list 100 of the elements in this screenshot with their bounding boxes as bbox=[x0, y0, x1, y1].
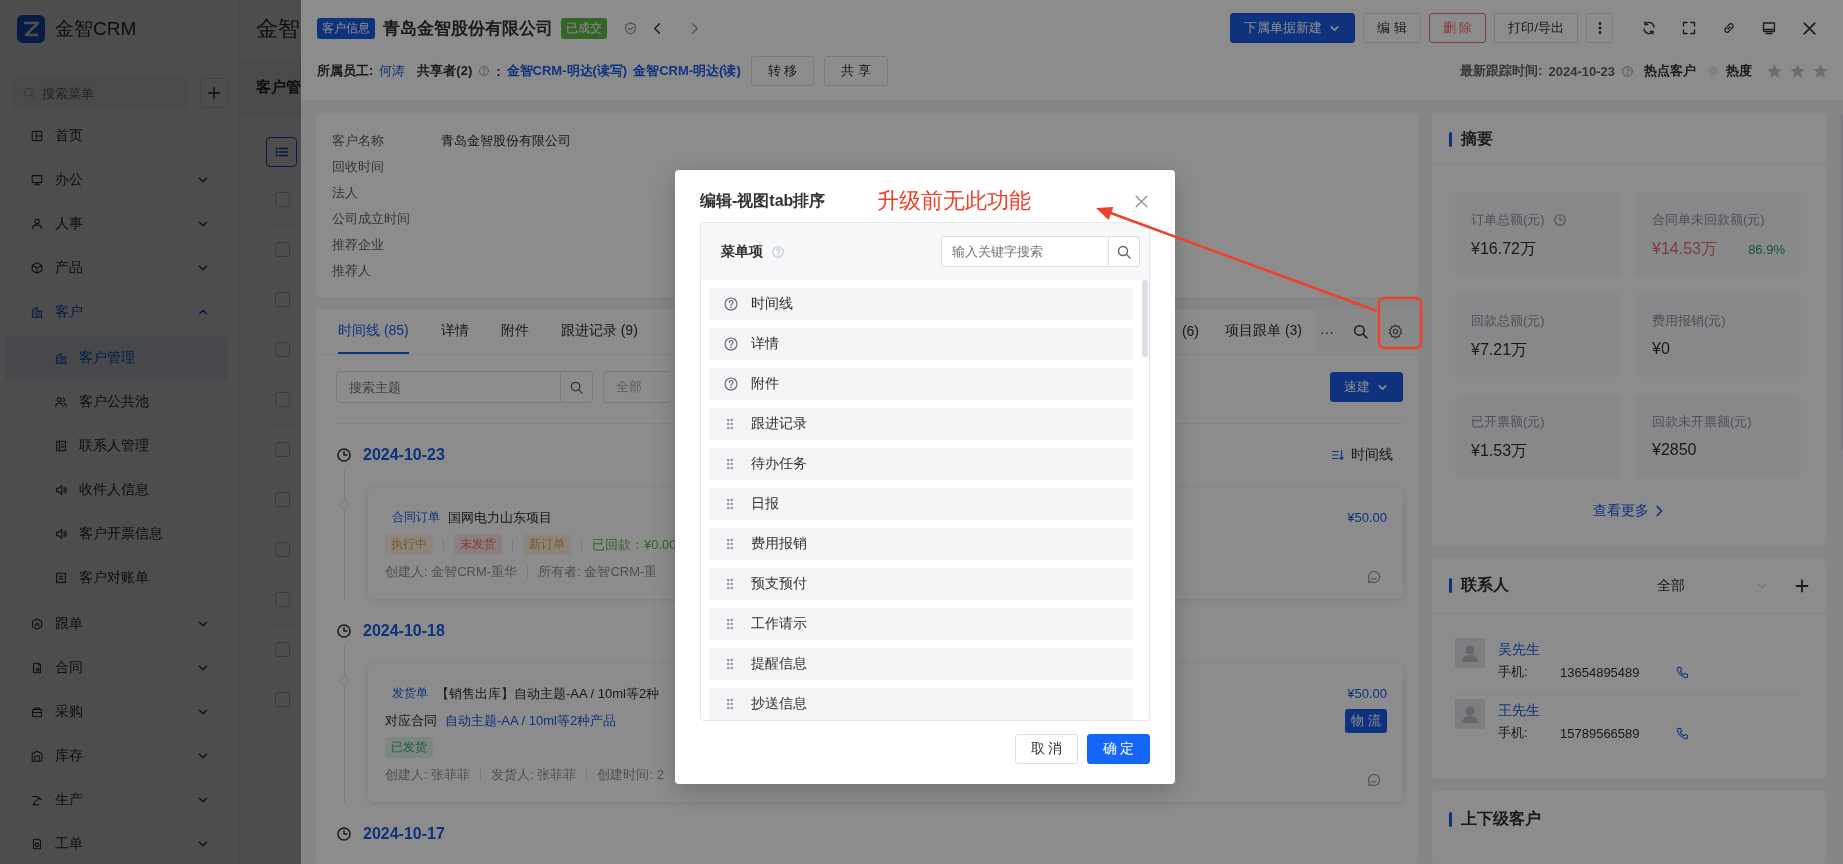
entry-title[interactable]: 国网电力山东项目 bbox=[448, 508, 552, 527]
view-more-link[interactable]: 查看更多 bbox=[1592, 502, 1666, 520]
accent-bar bbox=[1449, 811, 1452, 827]
star bbox=[1766, 62, 1783, 80]
menu-item[interactable]: 跟单 bbox=[0, 602, 239, 646]
link-icon[interactable] bbox=[1721, 20, 1737, 36]
add-icon[interactable] bbox=[1794, 577, 1810, 594]
menu-sort-item[interactable]: 待办任务 bbox=[709, 448, 1133, 480]
menu-sort-item[interactable]: 附件 bbox=[709, 368, 1133, 400]
submenu-item[interactable]: 客户公共池 bbox=[5, 380, 228, 424]
add-button[interactable] bbox=[200, 78, 228, 108]
action-button[interactable]: 删 除 bbox=[1428, 13, 1487, 43]
menu-item[interactable]: 首页 bbox=[0, 114, 239, 158]
menu-item[interactable]: 采购 bbox=[0, 690, 239, 734]
page-title: 金智 bbox=[256, 15, 300, 43]
submenu-item[interactable]: 联系人管理 bbox=[5, 424, 228, 468]
timeline-sort-toggle[interactable]: 时间线 bbox=[1331, 446, 1393, 464]
menu-sort-item[interactable]: 跟进记录 bbox=[709, 408, 1133, 440]
keyword-search-field[interactable]: 输入关键字搜索 bbox=[941, 236, 1109, 267]
submenu-item[interactable]: 客户开票信息 bbox=[5, 512, 228, 556]
person-icon bbox=[30, 217, 44, 231]
cancel-button[interactable]: 取 消 bbox=[1015, 734, 1078, 764]
menu-sort-item[interactable]: 工作请示 bbox=[709, 608, 1133, 640]
menu-sort-item[interactable]: 详情 bbox=[709, 328, 1133, 360]
phone-number: 13654895489 bbox=[1560, 664, 1641, 680]
monitor-icon bbox=[30, 173, 44, 187]
sharer-link[interactable]: 金智CRM-明达(读) bbox=[633, 62, 741, 80]
menu-item[interactable]: 生产 bbox=[0, 778, 239, 822]
entry-title[interactable]: 【销售出库】自动主题-AA / 10ml等2种 bbox=[436, 684, 660, 703]
contact-name[interactable]: 吴先生 bbox=[1498, 638, 1690, 660]
search-button[interactable] bbox=[1109, 236, 1140, 267]
phone-icon[interactable] bbox=[1675, 725, 1690, 741]
menu-sort-item[interactable]: 时间线 bbox=[709, 288, 1133, 320]
tab[interactable]: 项目跟单 (3) bbox=[1225, 309, 1302, 354]
status-badge: 已成交 bbox=[561, 17, 607, 39]
document-icon bbox=[30, 661, 44, 675]
settings-icon[interactable] bbox=[1387, 323, 1404, 340]
confirm-button[interactable]: 确 定 bbox=[1087, 734, 1150, 764]
phone-label: 手机: bbox=[1498, 724, 1529, 742]
submenu-item[interactable]: 客户对账单 bbox=[5, 556, 228, 600]
menu-sort-item[interactable]: 日报 bbox=[709, 488, 1133, 520]
tab[interactable]: (6) bbox=[1181, 309, 1199, 354]
menu-item[interactable]: 库存 bbox=[0, 734, 239, 778]
fullscreen-icon[interactable] bbox=[1681, 20, 1697, 36]
menu-item[interactable]: 客户 bbox=[0, 290, 239, 334]
action-button[interactable]: 编 辑 bbox=[1363, 13, 1421, 43]
tab[interactable]: 详情 bbox=[440, 309, 469, 354]
avatar-icon bbox=[1455, 699, 1485, 729]
tab[interactable]: 附件 bbox=[500, 309, 529, 354]
entry-meta: 创建人: 金智CRM-重华 bbox=[385, 562, 518, 581]
phone-number: 15789566589 bbox=[1560, 725, 1641, 741]
menu-item[interactable]: 办公 bbox=[0, 158, 239, 202]
grid-icon bbox=[30, 129, 44, 143]
sort-icon bbox=[1331, 448, 1345, 462]
entry-meta: 创建人: 张菲菲 bbox=[385, 765, 471, 784]
share-action-button[interactable]: 共 享 bbox=[824, 56, 888, 86]
menu-sort-item[interactable]: 费用报销 bbox=[709, 528, 1133, 560]
entry-meta: 所有者: 金智CRM-重 bbox=[538, 562, 658, 581]
menu-sort-item[interactable]: 提醒信息 bbox=[709, 648, 1133, 680]
sharer-link[interactable]: 金智CRM-明达(读写) bbox=[506, 62, 628, 80]
page-tab[interactable]: 客户管 bbox=[256, 77, 301, 97]
logistics-button[interactable]: 物 流 bbox=[1345, 709, 1387, 733]
timeline-date: 2024-10-18 bbox=[363, 622, 445, 640]
search-icon[interactable] bbox=[1352, 323, 1369, 340]
refresh-icon[interactable] bbox=[1641, 20, 1657, 36]
phone-icon[interactable] bbox=[1675, 664, 1690, 680]
owner-link[interactable]: 何涛 bbox=[379, 62, 406, 80]
menu-item[interactable]: 合同 bbox=[0, 646, 239, 690]
more-tabs-button[interactable]: ··· bbox=[1320, 323, 1334, 340]
stat-value: ¥1.53万 bbox=[1471, 441, 1528, 461]
tab[interactable]: 时间线 (85) bbox=[338, 309, 409, 354]
scrollbar[interactable] bbox=[1142, 280, 1148, 357]
menu-item[interactable]: 产品 bbox=[0, 246, 239, 290]
comment-icon[interactable] bbox=[1366, 772, 1382, 788]
action-button[interactable]: 下属单据新建 bbox=[1230, 13, 1356, 43]
menu-item[interactable]: 人事 bbox=[0, 202, 239, 246]
search-button[interactable] bbox=[561, 371, 593, 403]
contact-filter-select[interactable]: 全部 bbox=[1657, 576, 1769, 595]
contact-name[interactable]: 王先生 bbox=[1498, 699, 1690, 721]
stat-value: ¥2850 bbox=[1652, 441, 1697, 459]
menu-sort-item[interactable]: 抄送信息 bbox=[709, 688, 1133, 720]
submenu-item[interactable]: 收件人信息 bbox=[5, 468, 228, 512]
close-icon[interactable] bbox=[1800, 19, 1818, 37]
share-action-button[interactable]: 转 移 bbox=[750, 56, 815, 86]
menu-sort-item[interactable]: 预支预付 bbox=[709, 568, 1133, 600]
tab[interactable]: 跟进记录 (9) bbox=[560, 309, 638, 354]
list-view-button[interactable] bbox=[266, 137, 297, 167]
topic-search-field[interactable]: 搜索主题 bbox=[336, 371, 561, 403]
dialog-title: 编辑-视图tab排序 bbox=[700, 190, 826, 211]
clock-icon bbox=[336, 826, 352, 842]
plus-icon bbox=[206, 85, 222, 101]
comment-icon[interactable] bbox=[1366, 569, 1382, 585]
menu-item[interactable]: 工单 bbox=[0, 822, 239, 864]
action-button[interactable]: 打印/导出 bbox=[1494, 13, 1578, 43]
star-rating[interactable] bbox=[1766, 62, 1829, 80]
contract-link[interactable]: 自动主题-AA / 10ml等2种产品 bbox=[445, 711, 617, 730]
sharers-label: 共享者(2) bbox=[417, 62, 473, 80]
monitor-icon[interactable] bbox=[1761, 20, 1777, 36]
quick-create-button[interactable]: 速建 bbox=[1330, 372, 1403, 402]
more-button[interactable] bbox=[1586, 13, 1613, 43]
